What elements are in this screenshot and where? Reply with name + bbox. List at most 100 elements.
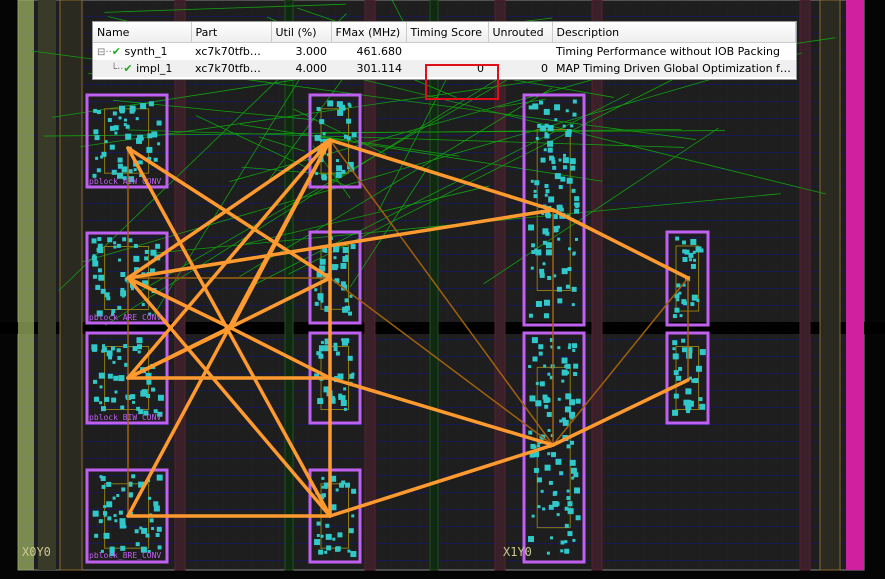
placed-cell xyxy=(335,171,342,178)
placed-cell xyxy=(543,299,550,306)
placed-cell xyxy=(539,381,545,387)
placed-cell xyxy=(673,393,679,399)
column-header-timing-score[interactable]: Timing Score xyxy=(406,22,489,43)
placed-cell xyxy=(698,397,703,402)
device-view[interactable]: X0Y0 X1Y0 pblock_AIW_CONV pblock_ARE_CON… xyxy=(0,0,885,579)
placed-cell xyxy=(334,264,339,269)
placed-cell xyxy=(113,514,117,518)
column-header-part[interactable]: Part xyxy=(191,22,272,43)
placed-cell xyxy=(564,540,568,544)
placed-cell xyxy=(571,286,577,292)
placed-cell xyxy=(545,249,552,256)
column-header-fmax[interactable]: FMax (MHz) xyxy=(331,22,407,43)
placed-cell xyxy=(672,353,679,360)
placed-cell xyxy=(100,476,106,482)
placed-cell xyxy=(116,494,120,498)
placed-cell xyxy=(689,258,693,262)
placed-cell xyxy=(545,189,550,194)
placed-cell xyxy=(569,158,576,165)
placed-cell xyxy=(315,172,319,176)
design-runs-table[interactable]: Name Part Util (%) FMax (MHz) Timing Sco… xyxy=(92,21,797,100)
placed-cell xyxy=(550,536,554,540)
placed-cell xyxy=(91,344,98,351)
placed-cell xyxy=(572,99,577,104)
placed-cell xyxy=(542,262,546,266)
placed-cell xyxy=(543,364,547,368)
placed-cell xyxy=(528,105,533,110)
placed-cell xyxy=(544,404,549,409)
placed-cell xyxy=(94,533,99,538)
placed-cell xyxy=(146,379,152,385)
placed-cell xyxy=(567,508,574,515)
placed-cell xyxy=(348,528,354,534)
column-header-name[interactable]: Name xyxy=(93,22,192,43)
placed-cell xyxy=(114,519,118,523)
placed-cell xyxy=(533,189,537,193)
placed-cell xyxy=(564,406,571,413)
placed-cell xyxy=(97,268,102,273)
placed-cell xyxy=(574,196,580,202)
placed-cell xyxy=(557,397,561,401)
placed-cell xyxy=(117,355,122,360)
placed-cell xyxy=(543,148,547,152)
placed-cell xyxy=(156,474,163,481)
placed-cell xyxy=(341,339,348,346)
placed-cell xyxy=(151,527,155,531)
placed-cell xyxy=(681,347,687,353)
placed-cell xyxy=(563,153,567,157)
placed-cell xyxy=(534,180,540,186)
placed-cell xyxy=(114,390,118,394)
placed-cell xyxy=(681,338,686,343)
placed-cell xyxy=(335,159,339,163)
placed-cell xyxy=(98,372,105,379)
placed-cell xyxy=(106,350,113,357)
placed-cell xyxy=(567,346,571,350)
placed-cell xyxy=(108,355,113,360)
placed-cell xyxy=(341,480,346,485)
pblock-label: pblock_AIW_CONV xyxy=(89,177,161,186)
placed-cell xyxy=(565,284,570,289)
run-unrouted xyxy=(488,43,552,61)
placed-cell xyxy=(97,237,102,242)
column-header-util[interactable]: Util (%) xyxy=(271,22,332,43)
placed-cell xyxy=(322,132,326,136)
placed-cell xyxy=(120,290,127,297)
placed-cell xyxy=(557,237,561,241)
placed-cell xyxy=(125,133,132,140)
placed-cell xyxy=(135,542,140,547)
placed-cell xyxy=(145,533,150,538)
placed-cell xyxy=(545,242,552,249)
placed-cell xyxy=(153,505,160,512)
placed-cell xyxy=(682,240,687,245)
placed-cell xyxy=(690,302,695,307)
placed-cell xyxy=(134,529,139,534)
placed-cell xyxy=(338,393,343,398)
placed-cell xyxy=(569,440,574,445)
placed-cell xyxy=(552,165,557,170)
column-header-unrouted[interactable]: Unrouted xyxy=(488,22,553,43)
placed-cell xyxy=(683,301,688,306)
table-row[interactable]: └··✔ impl_1 xc7k70tfbg484-1 4.000 301.11… xyxy=(93,60,796,77)
placed-cell xyxy=(567,501,573,507)
placed-cell xyxy=(565,130,572,137)
placed-cell xyxy=(95,284,101,290)
placed-cell xyxy=(144,256,149,261)
placed-cell xyxy=(547,275,552,280)
placed-cell xyxy=(566,496,571,501)
placed-cell xyxy=(92,254,96,258)
column-header-description[interactable]: Description xyxy=(552,22,796,43)
placed-cell xyxy=(151,387,156,392)
placed-cell xyxy=(138,160,143,165)
placed-cell xyxy=(536,477,542,483)
placed-cell xyxy=(535,136,539,140)
placed-cell xyxy=(572,252,576,256)
placed-cell xyxy=(319,138,323,142)
placed-cell xyxy=(113,245,117,249)
placed-cell xyxy=(673,370,679,376)
placed-cell xyxy=(682,256,688,262)
placed-cell xyxy=(565,393,572,400)
table-row[interactable]: ⊟··✔ synth_1 xc7k70tfbg484-1 3.000 461.6… xyxy=(93,43,796,61)
device-floorplan[interactable]: X0Y0 X1Y0 pblock_AIW_CONV pblock_ARE_CON… xyxy=(0,0,885,579)
placed-cell xyxy=(112,111,117,116)
placed-cell xyxy=(538,351,543,356)
